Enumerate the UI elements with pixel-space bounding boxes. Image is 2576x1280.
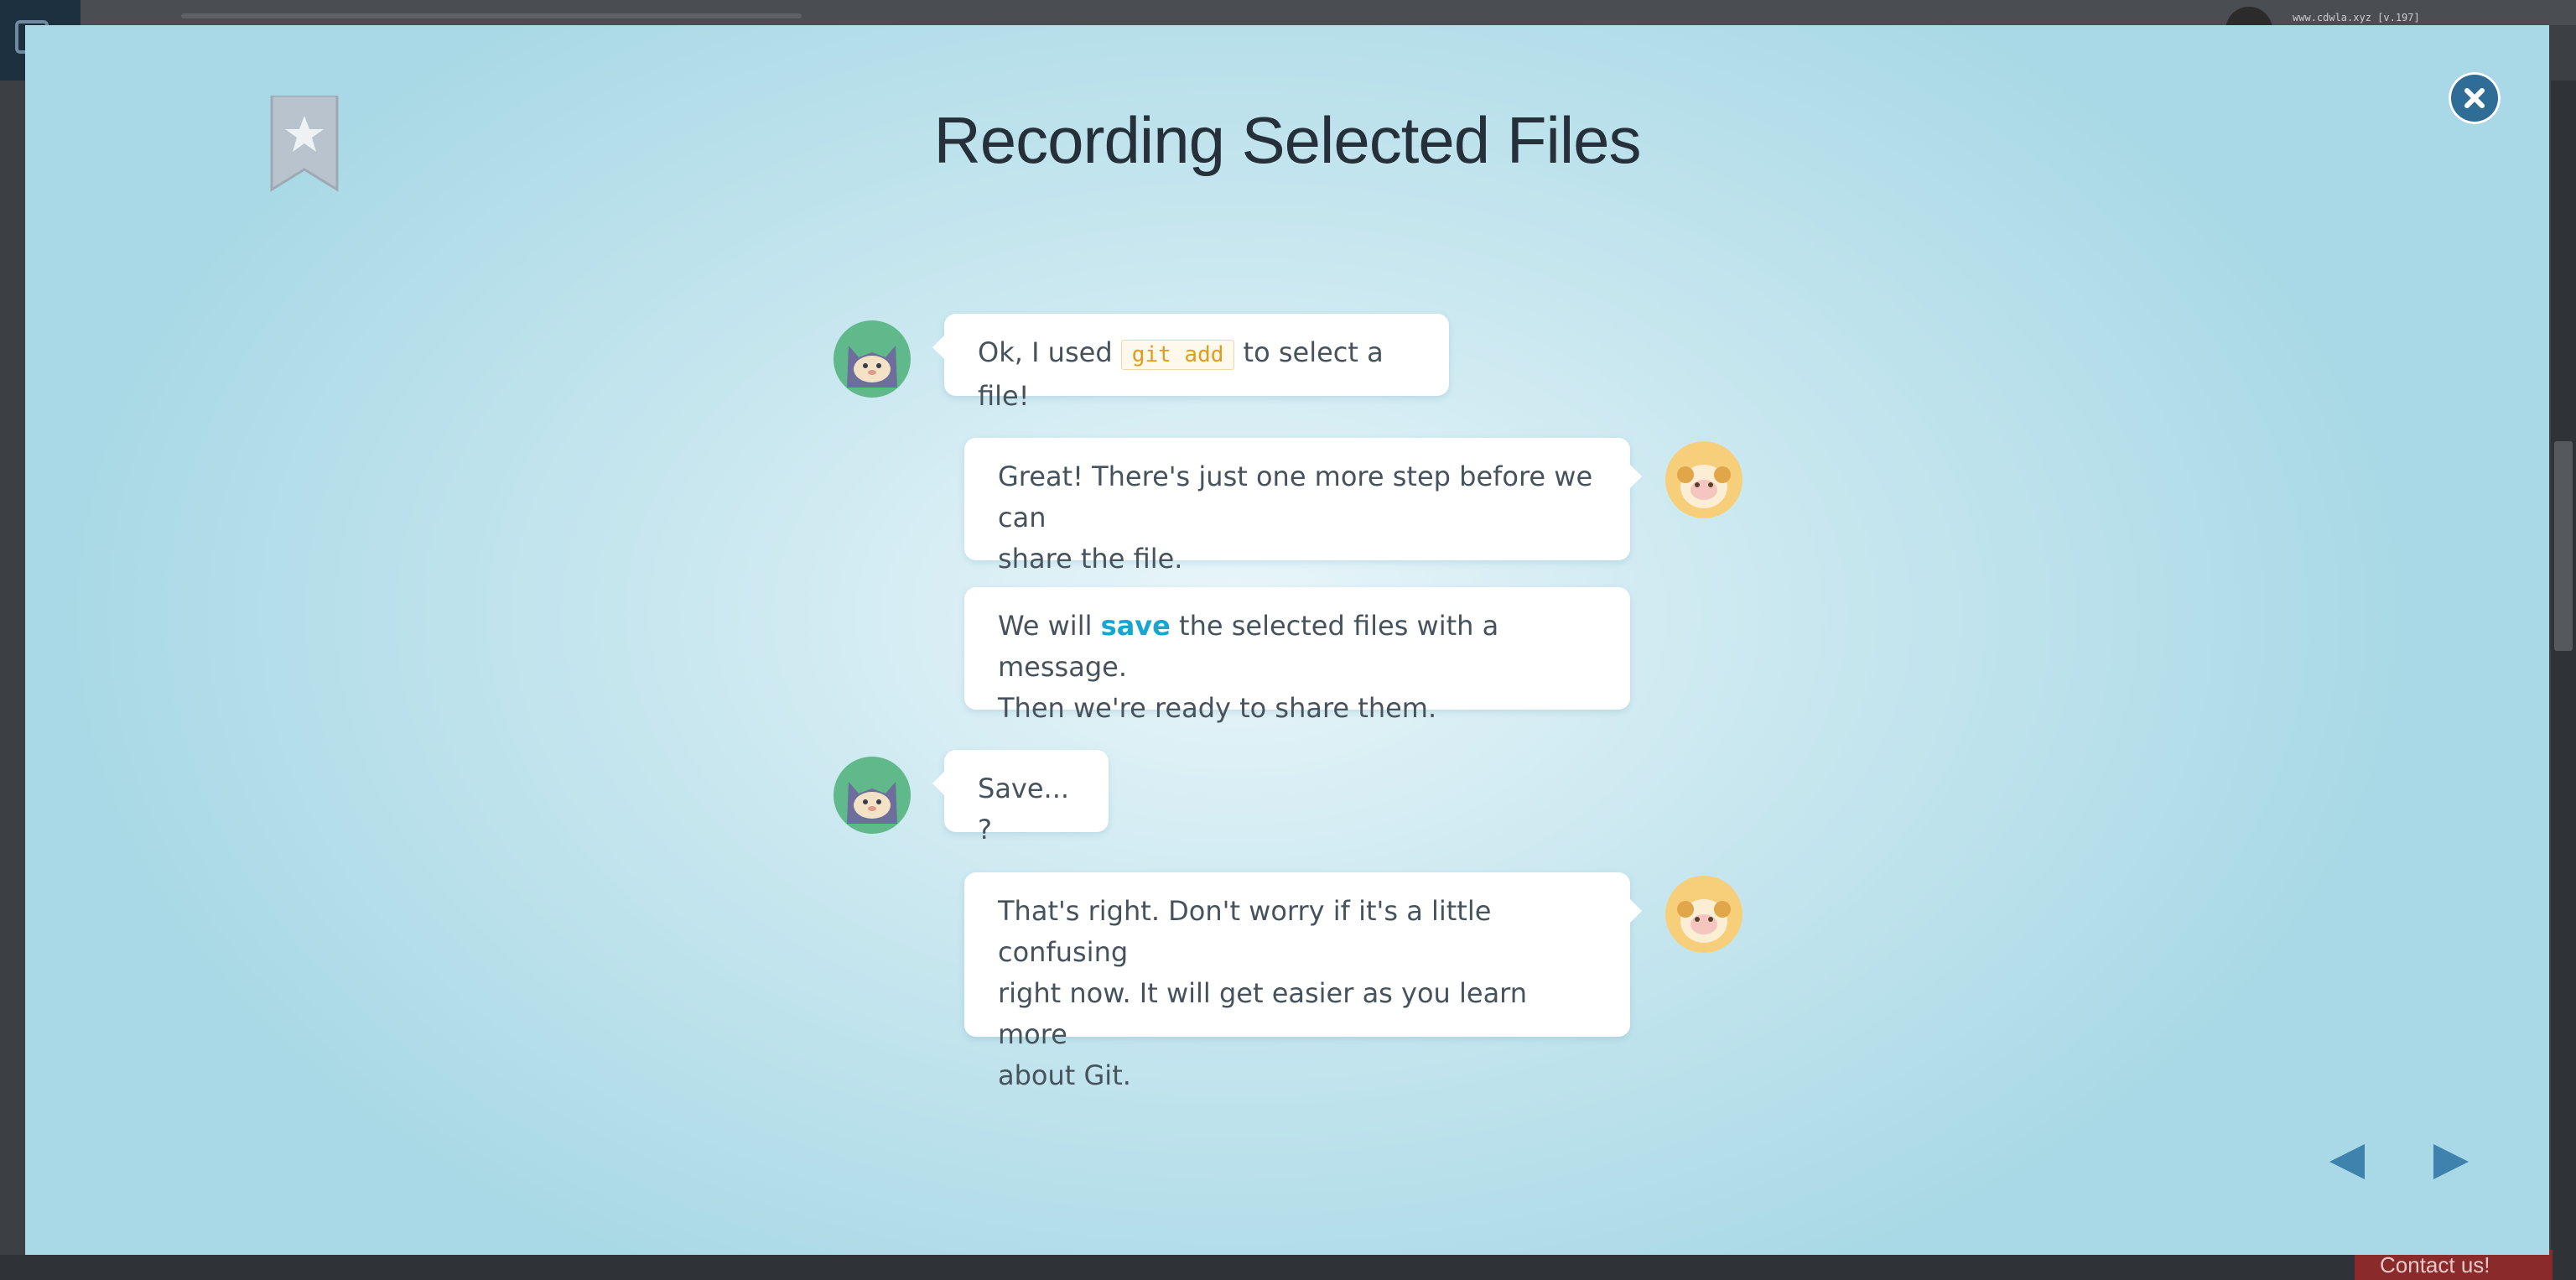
sheep-avatar-icon [1665, 441, 1742, 518]
code-snippet: git add [1120, 340, 1235, 370]
cat-avatar-icon [834, 320, 911, 398]
background-search-bar [181, 13, 802, 18]
message-text: Save... ? [978, 773, 1070, 846]
sheep-avatar-icon [1665, 876, 1742, 953]
message-text: Great! There's just one more step before… [998, 460, 1593, 533]
message-text: right now. It will get easier as you lea… [998, 977, 1528, 1050]
message-text: share the file. [998, 543, 1183, 575]
page-scrollbar[interactable] [2551, 81, 2576, 1255]
header-text: www.cdwla.xyz [v.197] [2293, 12, 2420, 23]
chat-message: Save... ? [932, 750, 1109, 846]
prev-arrow-icon[interactable] [2326, 1141, 2368, 1183]
message-text: Ok, I used [978, 336, 1121, 368]
highlight-word: save [1100, 610, 1171, 642]
background-header [80, 0, 2576, 25]
lesson-modal: Recording Selected Files Ok, I used git … [25, 25, 2549, 1255]
page-title: Recording Selected Files [933, 103, 1641, 177]
chat-message: We will save the selected files with a m… [964, 587, 1630, 724]
chat-message: That's right. Don't worry if it's a litt… [964, 872, 1642, 1091]
chat-message: Great! There's just one more step before… [964, 438, 1642, 575]
scrollbar-thumb[interactable] [2554, 441, 2573, 651]
cat-avatar-icon [834, 757, 911, 834]
message-text: about Git. [998, 1059, 1131, 1091]
message-text: That's right. Don't worry if it's a litt… [998, 895, 1492, 968]
chat-message: Ok, I used git add to select a file! [932, 314, 1449, 412]
next-arrow-icon[interactable] [2430, 1141, 2472, 1183]
message-text: We will [998, 610, 1101, 642]
background-footer [0, 1255, 2576, 1280]
message-text: Then we're ready to share them. [998, 692, 1437, 724]
